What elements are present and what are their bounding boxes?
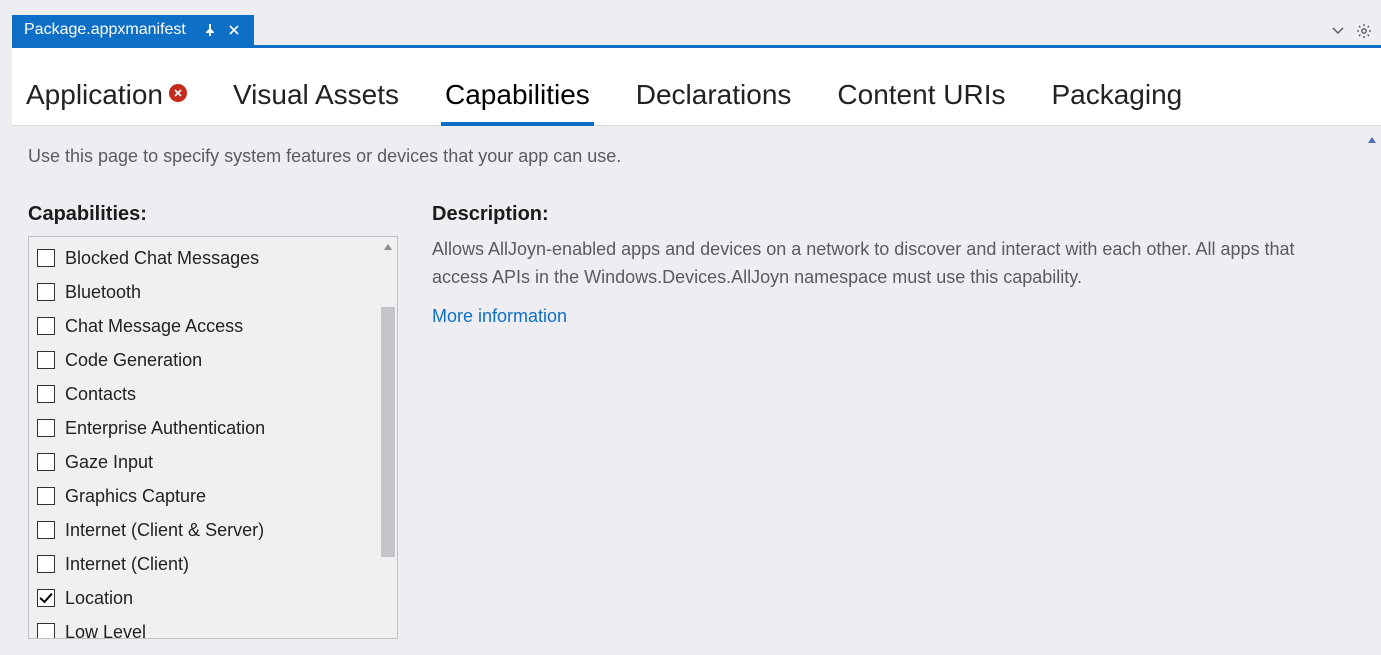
capability-item[interactable]: Location	[29, 581, 379, 615]
description-heading: Description:	[432, 203, 1335, 226]
manifest-nav: Application Visual Assets Capabilities D…	[12, 48, 1381, 126]
capabilities-body: Use this page to specify system features…	[12, 126, 1381, 655]
capability-checkbox[interactable]	[37, 419, 55, 437]
capability-label: Low Level	[65, 622, 146, 639]
tab-label: Content URIs	[837, 79, 1005, 111]
tab-declarations[interactable]: Declarations	[632, 79, 796, 125]
page-hint: Use this page to specify system features…	[28, 146, 1365, 167]
scroll-up-icon[interactable]	[379, 239, 397, 255]
capability-checkbox[interactable]	[37, 249, 55, 267]
pin-icon[interactable]	[198, 18, 222, 42]
capability-label: Chat Message Access	[65, 316, 243, 337]
capability-label: Contacts	[65, 384, 136, 405]
capability-label: Gaze Input	[65, 452, 153, 473]
capability-checkbox[interactable]	[37, 317, 55, 335]
tab-label: Capabilities	[445, 79, 590, 111]
capability-checkbox[interactable]	[37, 589, 55, 607]
error-badge-icon	[169, 84, 187, 102]
tab-label: Application	[26, 79, 163, 111]
tab-label: Packaging	[1051, 79, 1182, 111]
tab-visual-assets[interactable]: Visual Assets	[229, 79, 403, 125]
tab-label: Declarations	[636, 79, 792, 111]
listbox-scrollbar[interactable]	[379, 237, 397, 638]
capability-item[interactable]: Contacts	[29, 377, 379, 411]
capability-checkbox[interactable]	[37, 351, 55, 369]
capability-checkbox[interactable]	[37, 623, 55, 638]
capability-checkbox[interactable]	[37, 385, 55, 403]
capabilities-heading: Capabilities:	[28, 203, 398, 226]
capability-label: Enterprise Authentication	[65, 418, 265, 439]
tab-application[interactable]: Application	[22, 79, 191, 125]
tab-label: Visual Assets	[233, 79, 399, 111]
capability-item[interactable]: Internet (Client & Server)	[29, 513, 379, 547]
capability-item[interactable]: Code Generation	[29, 343, 379, 377]
dropdown-icon[interactable]	[1329, 22, 1347, 40]
capability-checkbox[interactable]	[37, 283, 55, 301]
editor-scrollbar[interactable]	[1363, 126, 1381, 655]
capability-label: Internet (Client & Server)	[65, 520, 264, 541]
document-tab-strip: Package.appxmanifest	[0, 0, 1381, 45]
capability-item[interactable]: Low Level	[29, 615, 379, 638]
tab-capabilities[interactable]: Capabilities	[441, 79, 594, 125]
more-information-link[interactable]: More information	[432, 306, 567, 327]
tab-packaging[interactable]: Packaging	[1047, 79, 1186, 125]
capabilities-listbox: Blocked Chat Messages Bluetooth Chat Messa…	[28, 236, 398, 639]
tab-content-uris[interactable]: Content URIs	[833, 79, 1009, 125]
document-tab-title: Package.appxmanifest	[24, 21, 198, 39]
capability-item[interactable]: Gaze Input	[29, 445, 379, 479]
capability-item[interactable]: Internet (Client)	[29, 547, 379, 581]
capability-label: Internet (Client)	[65, 554, 189, 575]
capability-checkbox[interactable]	[37, 555, 55, 573]
capability-label: Location	[65, 588, 133, 609]
capability-checkbox[interactable]	[37, 521, 55, 539]
scroll-up-icon[interactable]	[1363, 132, 1381, 148]
capability-item[interactable]: Chat Message Access	[29, 309, 379, 343]
scroll-thumb[interactable]	[381, 307, 395, 557]
capability-label: Graphics Capture	[65, 486, 206, 507]
capability-item[interactable]: Graphics Capture	[29, 479, 379, 513]
capability-checkbox[interactable]	[37, 487, 55, 505]
manifest-editor: Application Visual Assets Capabilities D…	[12, 48, 1381, 655]
capability-label: Bluetooth	[65, 282, 141, 303]
description-text: Allows AllJoyn-enabled apps and devices …	[432, 236, 1302, 292]
capability-checkbox[interactable]	[37, 453, 55, 471]
capability-item[interactable]: Enterprise Authentication	[29, 411, 379, 445]
document-tab[interactable]: Package.appxmanifest	[12, 15, 254, 45]
close-icon[interactable]	[222, 18, 246, 42]
gear-icon[interactable]	[1355, 22, 1373, 40]
capability-item[interactable]: Bluetooth	[29, 275, 379, 309]
capability-label: Blocked Chat Messages	[65, 248, 259, 269]
capability-label: Code Generation	[65, 350, 202, 371]
capability-item[interactable]: Blocked Chat Messages	[29, 241, 379, 275]
